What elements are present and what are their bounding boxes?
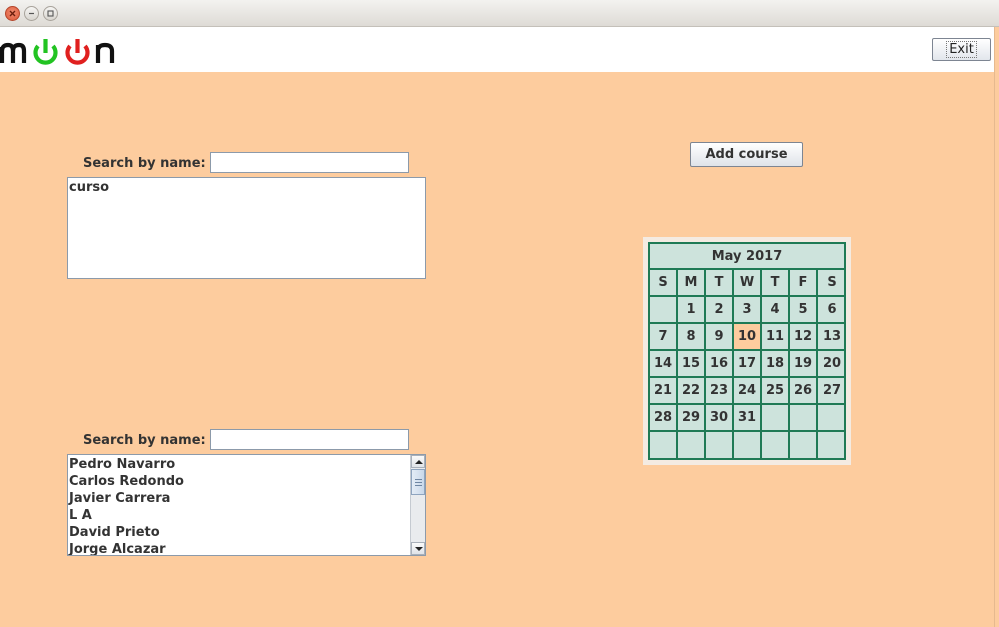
calendar-empty-cell (790, 432, 818, 459)
calendar-day[interactable]: 15 (678, 351, 706, 378)
calendar-day[interactable]: 25 (762, 378, 790, 405)
list-item[interactable]: Pedro Navarro (68, 456, 425, 473)
calendar-day[interactable]: 19 (790, 351, 818, 378)
calendar-day[interactable]: 1 (678, 297, 706, 324)
calendar-weekday-header: M (678, 270, 706, 297)
calendar-empty-cell (818, 405, 846, 432)
window-minimize-button[interactable] (24, 6, 39, 21)
calendar-day[interactable]: 29 (678, 405, 706, 432)
calendar-day[interactable]: 9 (706, 324, 734, 351)
calendar-empty-cell (678, 432, 706, 459)
list-item[interactable]: David Prieto (68, 524, 425, 541)
list-item[interactable]: Jorge Alcazar (68, 541, 425, 555)
exit-button[interactable]: Exit (932, 38, 991, 61)
window-close-button[interactable] (5, 6, 20, 21)
window-titlebar (0, 0, 999, 27)
calendar-weekday-header: T (762, 270, 790, 297)
calendar-day[interactable]: 11 (762, 324, 790, 351)
course-search-label: Search by name: (83, 156, 206, 171)
user-list[interactable]: Pedro Navarro Carlos Redondo Javier Carrer… (67, 454, 426, 556)
calendar-day[interactable]: 30 (706, 405, 734, 432)
calendar-empty-cell (762, 405, 790, 432)
arrow-down-icon (415, 547, 423, 551)
scroll-thumb[interactable] (411, 469, 425, 495)
arrow-up-icon (415, 460, 423, 464)
list-item[interactable]: Javier Carrera (68, 490, 425, 507)
calendar-empty-cell (734, 432, 762, 459)
calendar-day[interactable]: 14 (650, 351, 678, 378)
scroll-up-button[interactable] (411, 455, 425, 468)
user-list-scrollbar[interactable] (410, 455, 425, 555)
calendar-day[interactable]: 8 (678, 324, 706, 351)
calendar-day[interactable]: 10 (734, 324, 762, 351)
calendar-empty-cell (650, 432, 678, 459)
calendar-weekday-header: F (790, 270, 818, 297)
window-right-edge (994, 27, 999, 627)
calendar-day[interactable]: 17 (734, 351, 762, 378)
maximize-icon (47, 10, 54, 17)
calendar-day[interactable]: 18 (762, 351, 790, 378)
app-header: Exit (0, 27, 994, 72)
calendar-day[interactable]: 23 (706, 378, 734, 405)
calendar-day[interactable]: 2 (706, 297, 734, 324)
calendar-day[interactable]: 6 (818, 297, 846, 324)
calendar-weekday-header: S (818, 270, 846, 297)
calendar-empty-cell (818, 432, 846, 459)
list-item[interactable]: curso (68, 179, 425, 196)
list-item[interactable]: Carlos Redondo (68, 473, 425, 490)
scroll-down-button[interactable] (411, 542, 425, 555)
calendar-empty-cell (706, 432, 734, 459)
moon-logo (0, 39, 115, 65)
close-icon (9, 10, 16, 17)
calendar-empty-cell (650, 297, 678, 324)
calendar-day[interactable]: 31 (734, 405, 762, 432)
calendar-day[interactable]: 13 (818, 324, 846, 351)
calendar-day[interactable]: 16 (706, 351, 734, 378)
calendar-weekday-header: W (734, 270, 762, 297)
calendar-weekday-header: S (650, 270, 678, 297)
calendar-empty-cell (762, 432, 790, 459)
calendar-empty-cell (790, 405, 818, 432)
calendar-day[interactable]: 22 (678, 378, 706, 405)
calendar-widget: May 2017 S M T W T F S 1 2 3 4 5 6 7 8 9 10 11 12 13 14 15 16 1… (643, 237, 851, 465)
calendar-day[interactable]: 12 (790, 324, 818, 351)
course-search-input[interactable] (210, 152, 409, 173)
calendar-day[interactable]: 4 (762, 297, 790, 324)
calendar-day[interactable]: 3 (734, 297, 762, 324)
calendar-day[interactable]: 5 (790, 297, 818, 324)
calendar-weekday-header: T (706, 270, 734, 297)
calendar-day[interactable]: 7 (650, 324, 678, 351)
calendar-month-title: May 2017 (650, 244, 844, 270)
minimize-icon (29, 12, 34, 15)
user-search-label: Search by name: (83, 433, 206, 448)
calendar-day[interactable]: 26 (790, 378, 818, 405)
course-list[interactable]: curso (67, 177, 426, 279)
window-maximize-button[interactable] (43, 6, 58, 21)
list-item[interactable]: L A (68, 507, 425, 524)
calendar-day[interactable]: 20 (818, 351, 846, 378)
calendar-day[interactable]: 27 (818, 378, 846, 405)
user-search-input[interactable] (210, 429, 409, 450)
calendar-day[interactable]: 28 (650, 405, 678, 432)
calendar-grid: S M T W T F S 1 2 3 4 5 6 7 8 9 10 11 12 13 14 15 16 17 18 19 20 21… (650, 270, 846, 459)
add-course-button[interactable]: Add course (690, 142, 803, 167)
calendar-day[interactable]: 21 (650, 378, 678, 405)
calendar-day[interactable]: 24 (734, 378, 762, 405)
